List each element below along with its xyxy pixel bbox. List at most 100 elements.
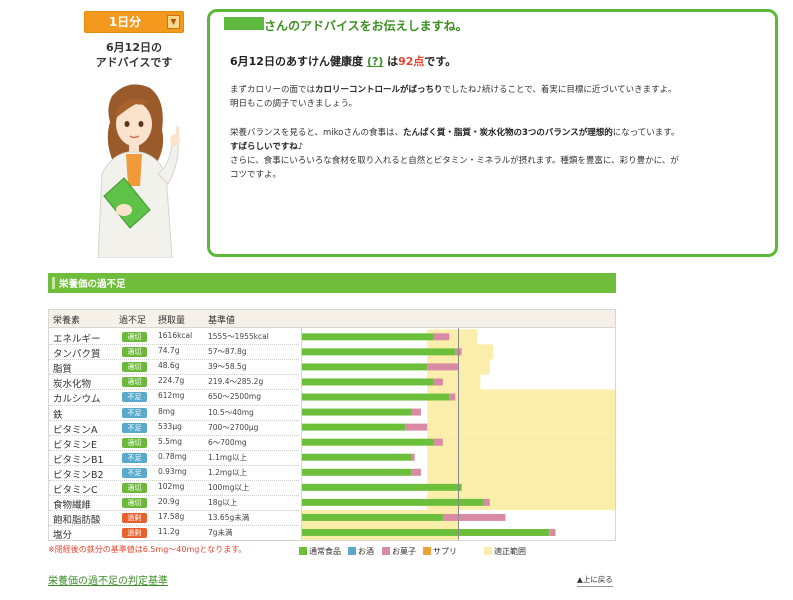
reference-value: 100mg以上 xyxy=(208,483,250,492)
sweets-bar xyxy=(411,468,421,476)
food-bar xyxy=(302,423,406,431)
status-badge: 不足 xyxy=(122,422,147,433)
advice-date-line2: アドバイスです xyxy=(95,56,173,69)
intake-amount: 48.6g xyxy=(158,361,180,371)
section-marker xyxy=(52,277,55,289)
p2-praise: すばらしいですね♪ xyxy=(230,142,304,152)
reference-value: 650〜2500mg xyxy=(208,392,261,402)
section-title: 栄養価の過不足 xyxy=(59,279,126,290)
reference-value: 7g未満 xyxy=(208,528,233,538)
ideal-range-band xyxy=(427,449,615,465)
legend-label-supplement: サプリ xyxy=(433,547,457,556)
nutrient-name: ビタミンC xyxy=(53,485,98,496)
intake-amount: 11.2g xyxy=(158,527,180,537)
status-badge: 不足 xyxy=(122,467,147,478)
legend-swatch-sweets xyxy=(382,547,390,555)
p2-text-f: コツですよ。 xyxy=(230,170,282,180)
reference-value: 1.1mg以上 xyxy=(208,452,247,462)
score-help-link[interactable]: (?) xyxy=(367,55,383,68)
intake-amount: 74.7g xyxy=(158,346,180,356)
nutrient-name: ビタミンA xyxy=(53,424,98,436)
sweets-bar xyxy=(433,438,443,446)
food-bar xyxy=(302,348,456,356)
status-badge: 適切 xyxy=(122,362,147,373)
health-score-value: 92点 xyxy=(398,55,425,68)
nutrition-advice-paragraph: 栄養バランスを見ると、mikoさんの食事は、たんぱく質・脂質・炭水化物の3つのバ… xyxy=(230,126,760,182)
advisor-illustration xyxy=(97,84,180,258)
nutrient-name: 鉄 xyxy=(53,409,63,421)
intake-amount: 224.7g xyxy=(158,376,185,386)
status-badge: 適切 xyxy=(122,437,147,448)
sweets-bar xyxy=(442,513,506,521)
intake-amount: 20.9g xyxy=(158,497,180,507)
header-status: 過不足 xyxy=(119,316,147,326)
legend-label-ideal-range: 適正範囲 xyxy=(494,547,526,556)
back-to-top-link[interactable]: ▲上に戻る xyxy=(577,574,613,587)
nutrition-table: 栄養素 過不足 摂取量 基準値 エネルギー 適切 1616kcal 1555〜1955… xyxy=(48,309,616,542)
day-range-label: 1日分 xyxy=(108,15,142,29)
header-nutrient: 栄養素 xyxy=(53,316,81,326)
ideal-range-band xyxy=(427,419,615,435)
row-divider xyxy=(49,374,299,376)
intake-amount: 1616kcal xyxy=(158,331,193,340)
food-bar xyxy=(302,393,450,401)
reference-value: 10.5〜40mg xyxy=(208,407,254,417)
nutrient-name: カルシウム xyxy=(53,394,101,406)
reference-value: 1.2mg以上 xyxy=(208,467,247,477)
nutrient-name: タンパク質 xyxy=(53,349,101,361)
sweets-bar xyxy=(483,498,490,506)
advice-balloon: さんのアドバイスをお伝えしますね。 6月12日のあすけん健康度 (?) は92点… xyxy=(207,9,778,257)
score-prefix: 6月12日のあすけん健康度 xyxy=(230,55,363,68)
sweets-bar xyxy=(449,393,456,401)
legend-label-alcohol: お酒 xyxy=(358,547,374,556)
nutrition-bar-chart xyxy=(301,328,615,540)
legend-item-alcohol: お酒 xyxy=(348,546,374,557)
advice-date-caption: 6月12日の アドバイスです xyxy=(84,40,184,70)
nutrient-name: 脂質 xyxy=(53,364,73,376)
status-badge: 不足 xyxy=(122,392,147,403)
intake-amount: 17.58g xyxy=(158,512,185,522)
nutrient-name: ビタミンB2 xyxy=(53,469,104,481)
status-badge: 適切 xyxy=(122,377,147,388)
sweets-bar xyxy=(411,408,421,416)
legend-item-ideal-range: 適正範囲 xyxy=(484,546,526,557)
status-badge: 過剰 xyxy=(122,528,147,539)
food-bar xyxy=(302,378,434,386)
day-range-select[interactable]: 1日分 ▼ xyxy=(84,11,184,33)
food-bar xyxy=(302,453,412,461)
food-bar xyxy=(302,468,412,476)
food-bar xyxy=(302,333,434,341)
reference-value: 6〜700mg xyxy=(208,437,247,447)
legend-item-sweets: お菓子 xyxy=(382,546,416,557)
back-to-top-label: 上に戻る xyxy=(582,575,613,584)
nutrient-name: 塩分 xyxy=(53,530,73,542)
status-badge: 適切 xyxy=(122,483,147,493)
advice-heading: さんのアドバイスをお伝えしますね。 xyxy=(264,19,468,33)
row-divider xyxy=(49,540,299,542)
reference-value: 1555〜1955kcal xyxy=(208,332,269,341)
legend-label-sweets: お菓子 xyxy=(392,547,416,556)
intake-amount: 0.78mg xyxy=(158,451,187,461)
chevron-down-icon[interactable]: ▼ xyxy=(167,15,180,29)
intake-amount: 5.5mg xyxy=(158,436,182,446)
food-bar xyxy=(302,408,412,416)
iron-footnote: ※閉経後の鉄分の基準値は6.5mg〜40mgとなります。 xyxy=(48,545,247,554)
intake-amount: 0.93mg xyxy=(158,466,187,476)
p1-text-c: でしたね♪続けることで、着実に目標に近づいていきますよ。 xyxy=(442,85,677,95)
sweets-bar xyxy=(433,333,450,341)
sweets-bar xyxy=(411,453,415,461)
food-bar xyxy=(302,483,462,491)
criteria-link[interactable]: 栄養価の過不足の判定基準 xyxy=(48,572,168,587)
health-score-line: 6月12日のあすけん健康度 (?) は92点です。 xyxy=(230,53,456,69)
user-name-redacted xyxy=(224,17,264,30)
header-reference: 基準値 xyxy=(208,316,236,326)
food-bar xyxy=(302,528,550,536)
legend-item-food: 通常食品 xyxy=(299,546,341,557)
intake-amount: 612mg xyxy=(158,391,185,401)
status-badge: 不足 xyxy=(122,407,147,418)
reference-value: 700〜2700μg xyxy=(208,422,259,432)
p1-text-a: まずカロリーの面では xyxy=(230,85,316,95)
status-badge: 適切 xyxy=(122,347,147,358)
ideal-range-band xyxy=(427,464,615,480)
p1-emphasis: カロリーコントロールがばっちり xyxy=(315,85,443,95)
